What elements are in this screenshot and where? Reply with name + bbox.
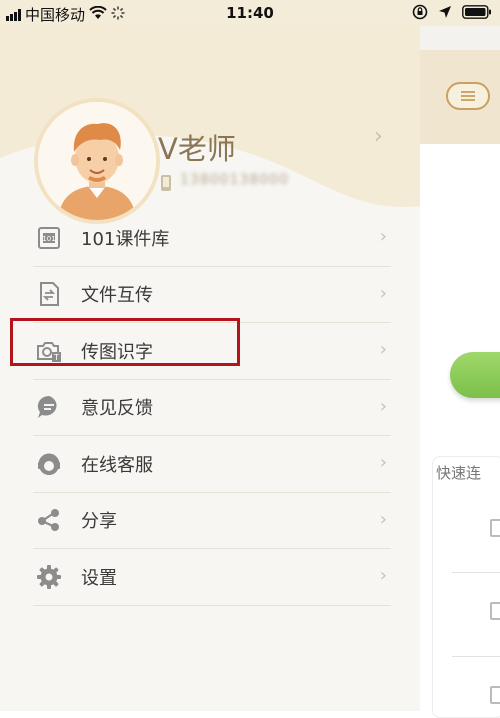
menu-item-label: 101课件库 bbox=[81, 228, 170, 250]
quick-connect-device-icon[interactable] bbox=[490, 519, 500, 537]
svg-text:101: 101 bbox=[42, 235, 55, 243]
location-arrow-icon bbox=[438, 5, 452, 23]
card-divider bbox=[452, 656, 500, 657]
teacher-avatar-icon bbox=[38, 102, 156, 220]
courseware-library-icon: 101 bbox=[35, 224, 63, 252]
feedback-icon bbox=[35, 393, 63, 421]
menu-item-label: 文件互传 bbox=[81, 285, 153, 307]
quick-connect-device-icon[interactable] bbox=[490, 686, 500, 704]
customer-service-icon bbox=[35, 450, 63, 478]
status-bar: 中国移动 11:40 bbox=[0, 0, 500, 26]
menu-item-courseware-library[interactable]: 101 101课件库 › bbox=[33, 210, 391, 267]
menu-item-label: 在线客服 bbox=[81, 454, 153, 476]
profile-phone: 13800138000 bbox=[180, 172, 289, 188]
chevron-right-icon: › bbox=[379, 339, 387, 360]
highlight-annotation-box bbox=[10, 318, 240, 366]
card-divider bbox=[452, 572, 500, 573]
menu-item-feedback[interactable]: 意见反馈 › bbox=[33, 380, 391, 436]
profile-name[interactable]: V老师 bbox=[158, 126, 236, 168]
menu-item-label: 意见反馈 bbox=[81, 398, 153, 420]
quick-connect-device-icon[interactable] bbox=[490, 602, 500, 620]
rotation-lock-icon bbox=[412, 4, 428, 24]
chevron-right-icon: › bbox=[379, 226, 387, 247]
side-drawer: V老师 13800138000 › 101 101课件库 › 文件互传 › T … bbox=[0, 26, 420, 711]
menu-item-customer-service[interactable]: 在线客服 › bbox=[33, 436, 391, 493]
profile-chevron-right-icon[interactable]: › bbox=[374, 124, 383, 149]
chevron-right-icon: › bbox=[379, 565, 387, 586]
status-right bbox=[412, 4, 492, 24]
chevron-right-icon: › bbox=[379, 452, 387, 473]
hamburger-menu-button[interactable] bbox=[446, 82, 490, 110]
share-icon bbox=[35, 506, 63, 534]
chevron-right-icon: › bbox=[379, 508, 387, 530]
battery-icon bbox=[462, 5, 492, 23]
main-green-button[interactable] bbox=[450, 352, 500, 398]
menu-item-label: 设置 bbox=[81, 567, 117, 589]
chevron-right-icon: › bbox=[379, 282, 387, 304]
phone-icon bbox=[160, 174, 172, 196]
quick-connect-label: 快速连 bbox=[436, 464, 482, 482]
main-screen-peek: 快速连 bbox=[420, 26, 500, 718]
menu-item-settings[interactable]: 设置 › bbox=[33, 549, 391, 606]
file-transfer-icon bbox=[35, 280, 63, 308]
chevron-right-icon: › bbox=[379, 395, 387, 417]
menu-item-share[interactable]: 分享 › bbox=[33, 493, 391, 549]
settings-gear-icon bbox=[35, 563, 63, 591]
menu-item-file-transfer[interactable]: 文件互传 › bbox=[33, 267, 391, 323]
quick-connect-card bbox=[432, 456, 500, 718]
avatar[interactable] bbox=[34, 98, 160, 224]
menu-item-label: 分享 bbox=[81, 511, 117, 533]
drawer-menu: 101 101课件库 › 文件互传 › T 传图识字 › 意见反馈 › 在线客服… bbox=[33, 210, 391, 606]
hamburger-icon bbox=[461, 91, 475, 101]
